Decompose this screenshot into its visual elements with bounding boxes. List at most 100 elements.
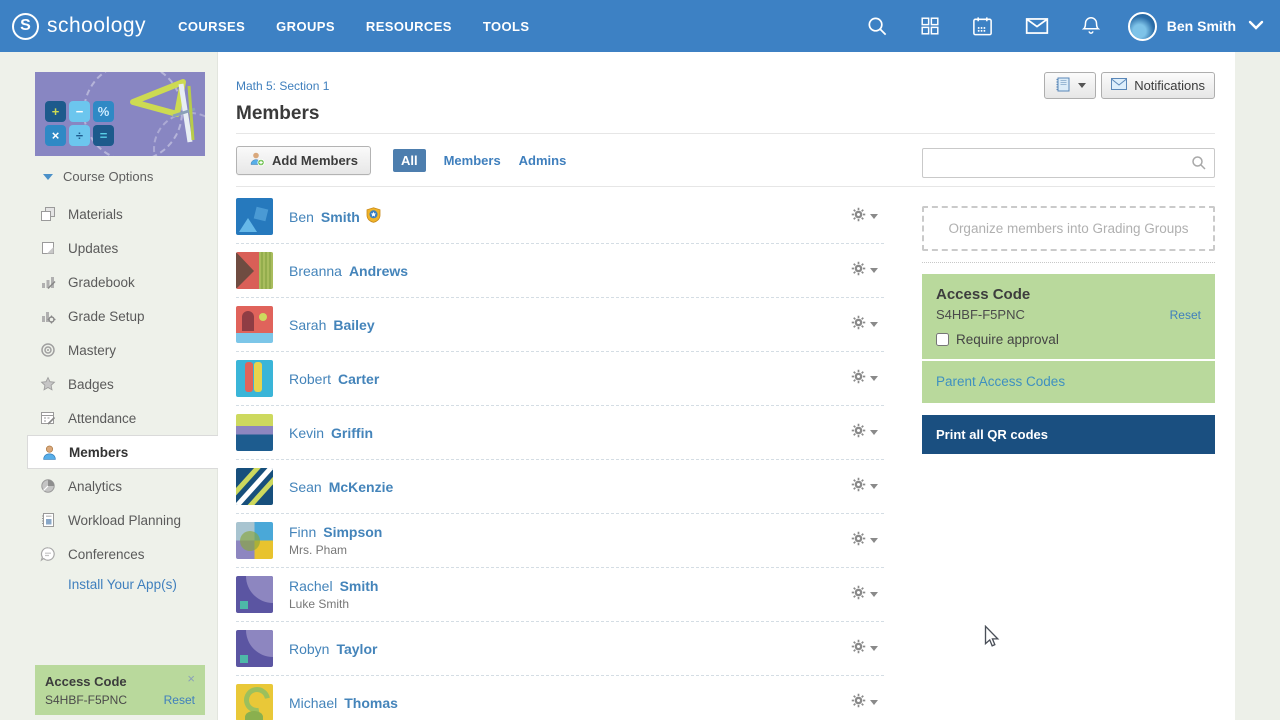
notifications-bell-icon[interactable] — [1080, 15, 1102, 37]
search-icon[interactable] — [866, 15, 889, 38]
member-last-name: McKenzie — [329, 479, 394, 495]
member-name-link[interactable]: RobertCarter — [289, 371, 379, 387]
member-name-link[interactable]: Ben Smith — [289, 207, 381, 226]
member-last-name: Andrews — [349, 263, 408, 279]
member-actions-dropdown[interactable] — [851, 261, 878, 281]
nav-tools[interactable]: TOOLS — [483, 19, 530, 34]
member-name-link[interactable]: RobynTaylor — [289, 641, 377, 657]
member-avatar[interactable] — [236, 684, 273, 720]
primary-nav: COURSES GROUPS RESOURCES TOOLS — [178, 19, 529, 34]
topbar-icons — [866, 13, 1102, 39]
sidebar-item-analytics[interactable]: Analytics — [0, 469, 218, 503]
sidebar-access-code-box: Access Code × S4HBF-F5PNC Reset — [35, 665, 205, 715]
member-name-link[interactable]: RachelSmith — [289, 578, 378, 594]
nav-resources[interactable]: RESOURCES — [366, 19, 452, 34]
breadcrumb-course-link[interactable]: Math 5: Section 1 — [236, 79, 329, 93]
member-actions-dropdown[interactable] — [851, 207, 878, 227]
member-avatar[interactable] — [236, 468, 273, 505]
course-tools-dropdown-button[interactable] — [1044, 72, 1096, 99]
member-name-link[interactable]: KevinGriffin — [289, 425, 373, 441]
organize-grading-groups-button[interactable]: Organize members into Grading Groups — [922, 206, 1215, 251]
search-icon[interactable] — [1191, 155, 1207, 176]
gear-icon — [851, 423, 866, 443]
filter-tab-all[interactable]: All — [393, 149, 426, 172]
print-qr-codes-button[interactable]: Print all QR codes — [922, 415, 1215, 454]
sidebar-item-grade-setup[interactable]: Grade Setup — [0, 299, 218, 333]
notifications-button[interactable]: Notifications — [1101, 72, 1215, 99]
member-last-name: Smith — [321, 209, 360, 225]
page-title: Members — [236, 103, 884, 125]
member-name-link[interactable]: BreannaAndrews — [289, 263, 408, 279]
gear-icon — [851, 369, 866, 389]
member-name-link[interactable]: SarahBailey — [289, 317, 375, 333]
caret-down-icon — [870, 268, 878, 273]
sidebar-item-attendance[interactable]: Attendance — [0, 401, 218, 435]
notebook-icon — [1054, 76, 1071, 96]
sidebar-item-badges[interactable]: Badges — [0, 367, 218, 401]
close-icon[interactable]: × — [187, 674, 195, 684]
member-avatar[interactable] — [236, 306, 273, 343]
member-list: Ben Smith BreannaAndrews SarahBailey RobertC… — [236, 190, 884, 720]
sidebar-item-label: Conferences — [68, 547, 145, 562]
messages-icon[interactable] — [1024, 13, 1050, 39]
caret-down-icon — [870, 322, 878, 327]
member-avatar[interactable] — [236, 630, 273, 667]
analytics-icon — [40, 478, 57, 494]
member-name-link[interactable]: MichaelThomas — [289, 695, 398, 711]
member-name-link[interactable]: SeanMcKenzie — [289, 479, 393, 495]
course-thumbnail-geometry-art — [123, 74, 205, 155]
member-first-name: Kevin — [289, 425, 324, 441]
member-avatar[interactable] — [236, 414, 273, 451]
require-approval-checkbox[interactable] — [936, 333, 949, 346]
caret-down-icon — [870, 376, 878, 381]
sidebar-item-label: Workload Planning — [68, 513, 181, 528]
member-actions-dropdown[interactable] — [851, 369, 878, 389]
badges-icon — [40, 376, 57, 392]
member-avatar[interactable] — [236, 576, 273, 613]
install-your-apps-link[interactable]: Install Your App(s) — [68, 577, 177, 592]
parent-access-codes-link[interactable]: Parent Access Codes — [936, 374, 1065, 389]
sidebar-item-workload-planning[interactable]: Workload Planning — [0, 503, 218, 537]
member-actions-dropdown[interactable] — [851, 315, 878, 335]
nav-courses[interactable]: COURSES — [178, 19, 245, 34]
member-avatar[interactable] — [236, 522, 273, 559]
course-options-dropdown[interactable]: Course Options — [43, 169, 153, 184]
app-grid-icon[interactable] — [919, 15, 941, 37]
member-actions-dropdown[interactable] — [851, 423, 878, 443]
sidebar-item-updates[interactable]: Updates — [0, 231, 218, 265]
member-subtitle: Mrs. Pham — [289, 543, 382, 557]
member-first-name: Rachel — [289, 578, 333, 594]
add-members-button[interactable]: Add Members — [236, 146, 371, 175]
sidebar-item-mastery[interactable]: Mastery — [0, 333, 218, 367]
member-first-name: Ben — [289, 209, 314, 225]
sidebar-item-conferences[interactable]: Conferences — [0, 537, 218, 571]
member-row: KevinGriffin — [236, 406, 884, 460]
member-first-name: Michael — [289, 695, 337, 711]
access-code-reset-link[interactable]: Reset — [1170, 308, 1201, 322]
caret-down-icon — [870, 646, 878, 651]
member-name-link[interactable]: FinnSimpson — [289, 524, 382, 540]
nav-groups[interactable]: GROUPS — [276, 19, 335, 34]
member-search-input[interactable] — [922, 148, 1215, 178]
member-actions-dropdown[interactable] — [851, 531, 878, 551]
notifications-label: Notifications — [1134, 78, 1205, 93]
member-actions-dropdown[interactable] — [851, 477, 878, 497]
member-avatar[interactable] — [236, 252, 273, 289]
member-actions-dropdown[interactable] — [851, 693, 878, 713]
member-avatar[interactable] — [236, 198, 273, 235]
member-actions-dropdown[interactable] — [851, 585, 878, 605]
calendar-icon[interactable] — [971, 15, 994, 38]
filter-tab-admins[interactable]: Admins — [519, 153, 567, 168]
member-actions-dropdown[interactable] — [851, 639, 878, 659]
filter-tab-members[interactable]: Members — [444, 153, 501, 168]
member-avatar[interactable] — [236, 360, 273, 397]
conferences-icon — [40, 546, 57, 562]
gear-icon — [851, 693, 866, 713]
member-row: RobynTaylor — [236, 622, 884, 676]
sidebar-item-gradebook[interactable]: Gradebook — [0, 265, 218, 299]
user-menu[interactable]: Ben Smith — [1128, 12, 1264, 41]
access-code-reset-link[interactable]: Reset — [164, 693, 195, 707]
sidebar-item-materials[interactable]: Materials — [0, 197, 218, 231]
schoology-logo[interactable]: S schoology — [12, 13, 146, 40]
sidebar-item-members[interactable]: Members — [27, 435, 218, 469]
